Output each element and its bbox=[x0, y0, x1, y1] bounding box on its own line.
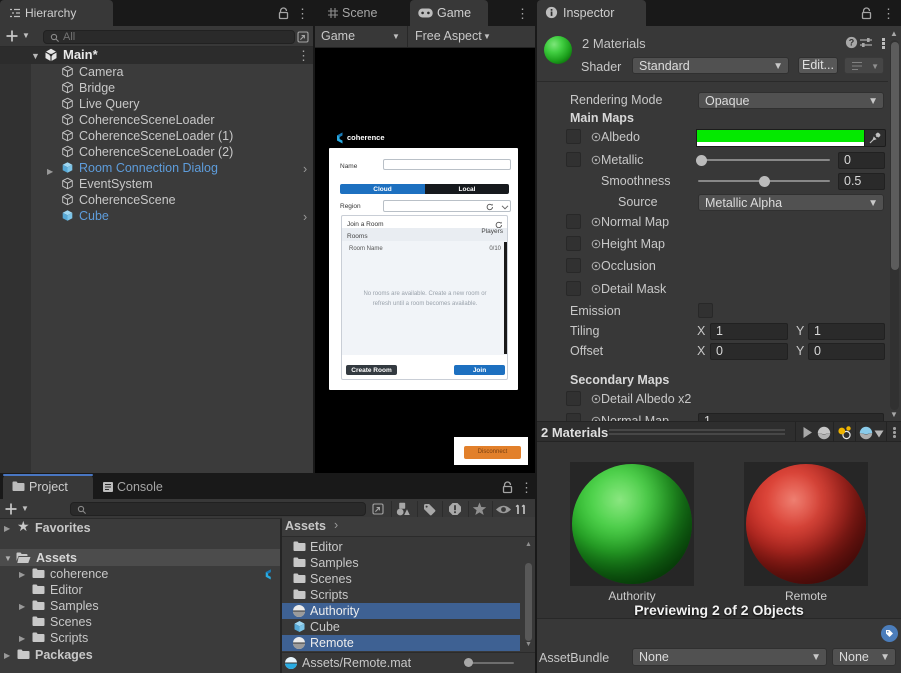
svg-text:?: ? bbox=[849, 38, 855, 48]
